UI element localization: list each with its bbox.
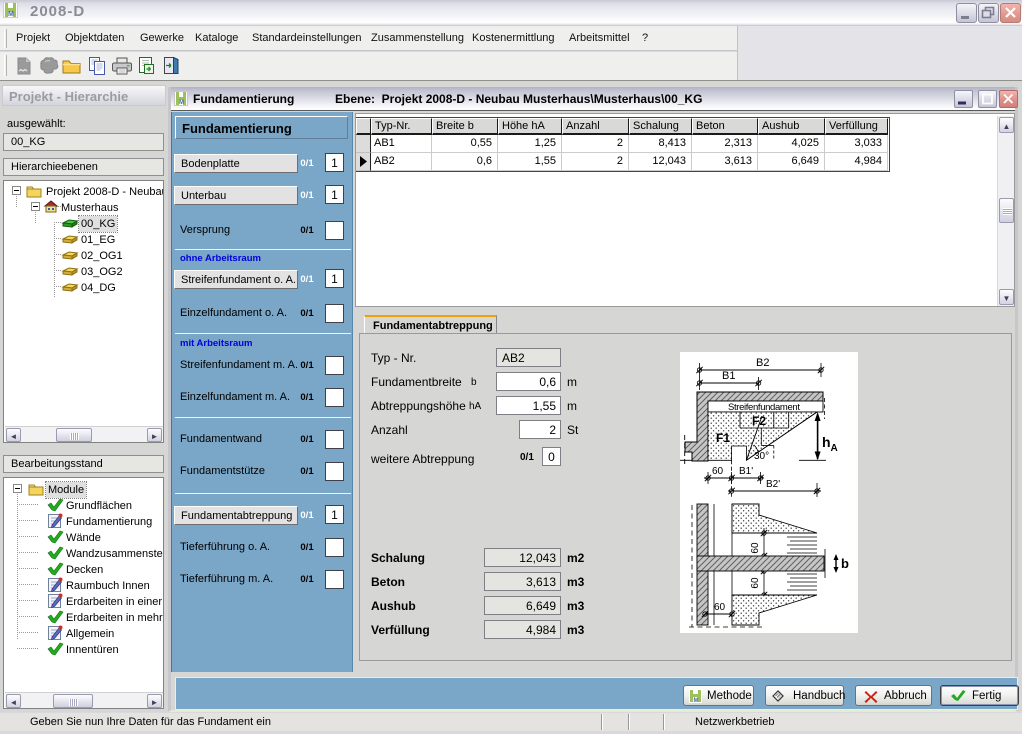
svg-text:60: 60: [750, 542, 761, 554]
svg-text:F2: F2: [752, 414, 766, 428]
svg-text:b: b: [841, 556, 849, 571]
svg-text:B2: B2: [756, 357, 769, 369]
svg-text:M: M: [694, 698, 699, 703]
svg-text:B1: B1: [722, 370, 735, 382]
svg-text:60: 60: [750, 577, 761, 589]
svg-text:A: A: [831, 443, 838, 454]
svg-text:Streifenfundament: Streifenfundament: [728, 402, 800, 413]
svg-text:F1: F1: [716, 431, 730, 445]
svg-text:h: h: [822, 434, 831, 450]
svg-text:60: 60: [714, 602, 726, 613]
svg-text:30°: 30°: [754, 451, 769, 462]
svg-text:B2': B2': [766, 479, 780, 490]
svg-text:B1': B1': [739, 466, 753, 477]
svg-text:60: 60: [712, 466, 724, 477]
